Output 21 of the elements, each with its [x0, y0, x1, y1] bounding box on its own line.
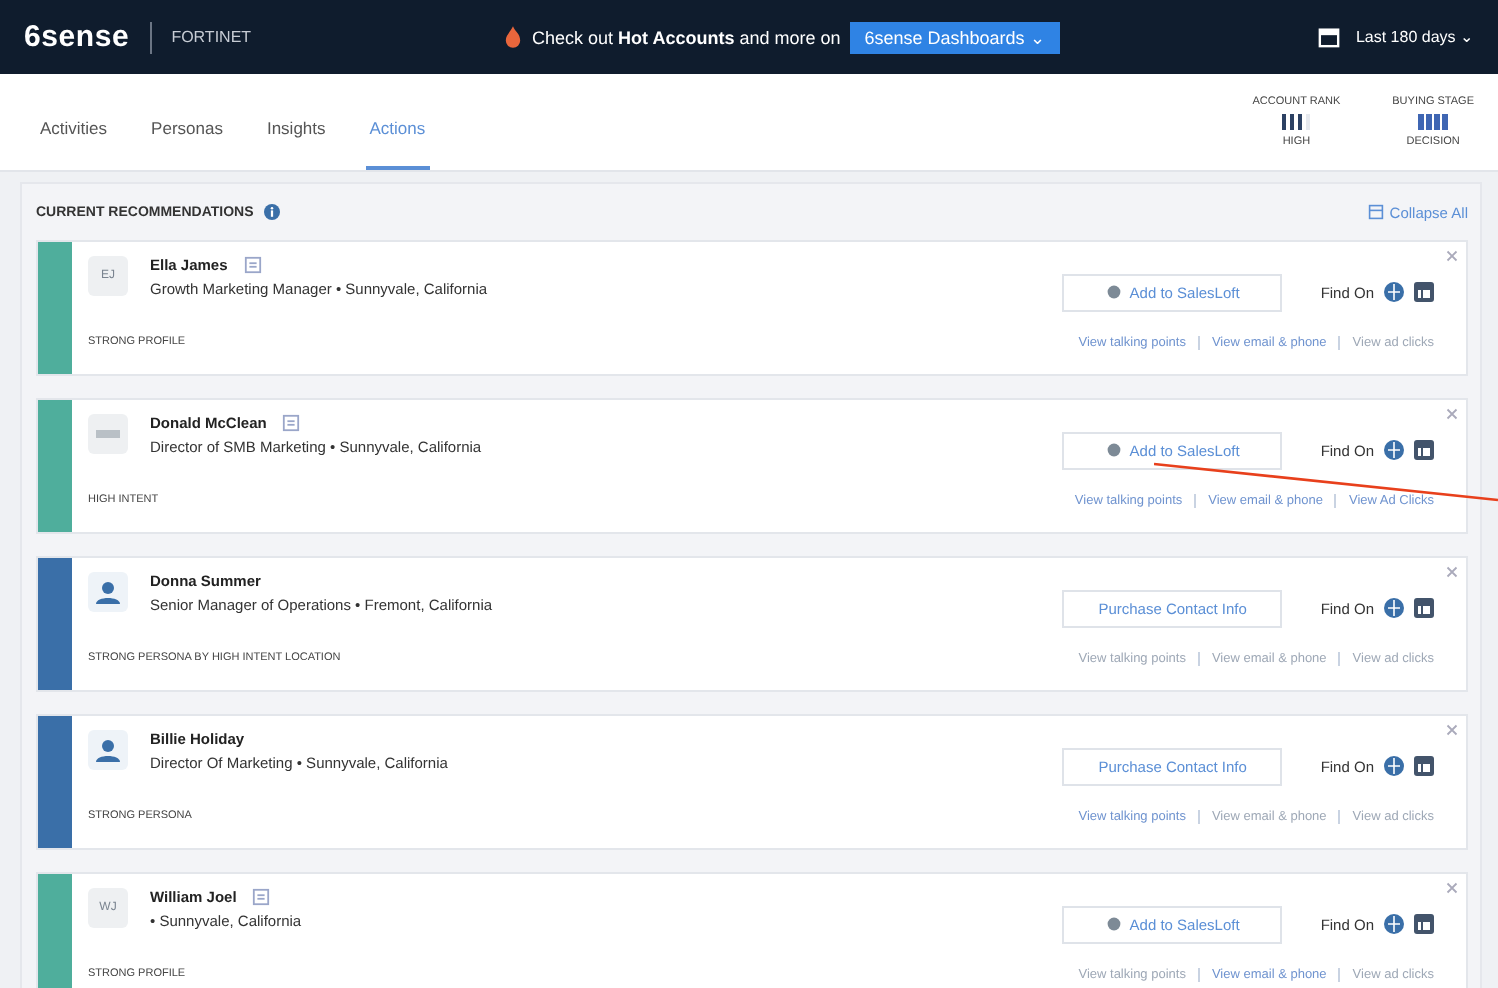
info-icon[interactable] [263, 204, 280, 220]
linkedin-icon[interactable] [1414, 440, 1434, 460]
tab[interactable]: Activities [36, 118, 112, 170]
linkedin-icon[interactable] [1414, 756, 1434, 776]
company-logo-icon [88, 414, 128, 454]
logo[interactable]: 6sense [24, 20, 130, 54]
collapse-icon [1367, 204, 1384, 220]
person-icon [88, 572, 128, 612]
linkedin-icon[interactable] [1414, 914, 1434, 934]
tab[interactable]: Insights [262, 118, 330, 170]
linkedin-icon[interactable] [1414, 598, 1434, 618]
date-range-dropdown[interactable]: Last 180 days ⌄ [1355, 28, 1474, 46]
company-name: FORTINET [171, 28, 252, 46]
tab[interactable]: Actions [365, 118, 430, 170]
flame-icon [504, 26, 522, 48]
tab[interactable]: Personas [147, 118, 227, 170]
person-icon [88, 730, 128, 770]
linkedin-icon[interactable] [1414, 282, 1434, 302]
banner-text: Check out Hot Accounts and more on [532, 27, 841, 47]
dashboards-button[interactable]: 6sense Dashboards ⌄ [850, 21, 1060, 53]
calendar-icon [1317, 26, 1340, 48]
